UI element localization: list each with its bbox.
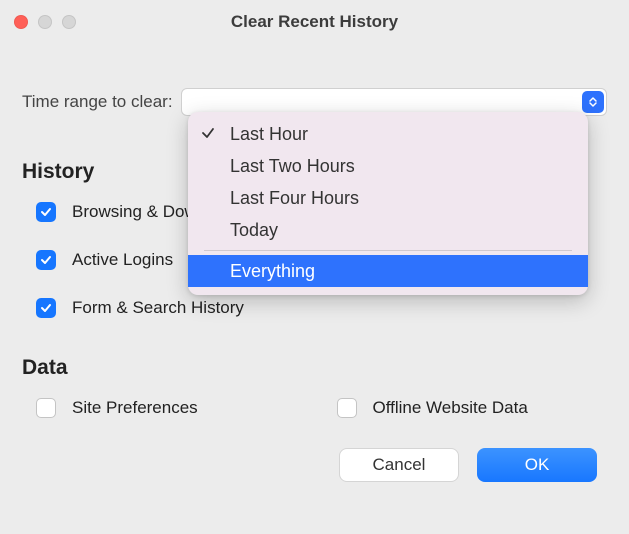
dropdown-option-label: Today bbox=[230, 220, 278, 241]
titlebar: Clear Recent History bbox=[0, 0, 629, 44]
time-range-label: Time range to clear: bbox=[22, 92, 173, 112]
dropdown-separator bbox=[204, 250, 572, 251]
checkbox-icon[interactable] bbox=[36, 298, 56, 318]
checkbox-offline-data[interactable]: Offline Website Data bbox=[337, 398, 608, 418]
checkbox-label: Offline Website Data bbox=[373, 398, 528, 418]
checkbox-icon[interactable] bbox=[36, 202, 56, 222]
ok-button[interactable]: OK bbox=[477, 448, 597, 482]
checkbox-label: Form & Search History bbox=[72, 298, 244, 318]
data-section-title: Data bbox=[22, 356, 607, 380]
dropdown-option-everything[interactable]: Everything bbox=[188, 255, 588, 287]
cancel-button[interactable]: Cancel bbox=[339, 448, 459, 482]
data-section: Data Site Preferences Offline Website Da… bbox=[22, 356, 607, 418]
time-range-dropdown[interactable]: Last Hour Last Two Hours Last Four Hours… bbox=[188, 112, 588, 295]
window-title: Clear Recent History bbox=[0, 12, 629, 32]
checkbox-label: Active Logins bbox=[72, 250, 173, 270]
dropdown-option-last-four-hours[interactable]: Last Four Hours bbox=[188, 182, 588, 214]
dropdown-option-label: Everything bbox=[230, 261, 315, 282]
dialog-content: Time range to clear: History Browsing & … bbox=[0, 44, 629, 504]
dropdown-option-label: Last Hour bbox=[230, 124, 308, 145]
checkbox-icon[interactable] bbox=[36, 250, 56, 270]
dropdown-option-last-hour[interactable]: Last Hour bbox=[188, 118, 588, 150]
dropdown-option-today[interactable]: Today bbox=[188, 214, 588, 246]
checkbox-icon[interactable] bbox=[36, 398, 56, 418]
dropdown-option-label: Last Two Hours bbox=[230, 156, 355, 177]
checkbox-site-preferences[interactable]: Site Preferences bbox=[36, 398, 307, 418]
checkbox-form-search[interactable]: Form & Search History bbox=[36, 298, 607, 318]
select-caret-icon[interactable] bbox=[582, 91, 604, 113]
data-checklist: Site Preferences Offline Website Data bbox=[22, 398, 607, 418]
checkbox-label: Site Preferences bbox=[72, 398, 198, 418]
checkbox-icon[interactable] bbox=[337, 398, 357, 418]
check-icon bbox=[200, 125, 216, 146]
dialog-buttons: Cancel OK bbox=[22, 448, 607, 482]
dropdown-option-label: Last Four Hours bbox=[230, 188, 359, 209]
dropdown-option-last-two-hours[interactable]: Last Two Hours bbox=[188, 150, 588, 182]
